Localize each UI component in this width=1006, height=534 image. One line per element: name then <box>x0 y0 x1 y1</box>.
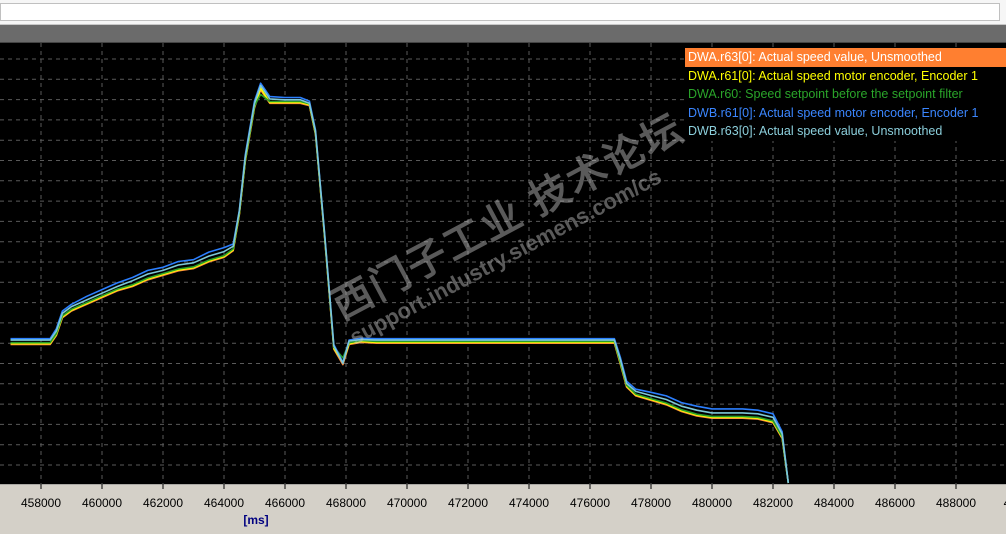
legend-item-1[interactable]: DWA.r63[0]: Actual speed value, Unsmooth… <box>685 48 1006 67</box>
address-field[interactable] <box>0 3 1000 21</box>
x-tick-label: 486000 <box>875 496 915 510</box>
x-ticks: 0458000460000462000464000466000468000470… <box>21 484 1006 510</box>
legend-item-3[interactable]: DWA.r60: Speed setpoint before the setpo… <box>685 85 1006 104</box>
x-tick-label: 472000 <box>448 496 488 510</box>
x-tick-label: 478000 <box>631 496 671 510</box>
x-tick-label: 480000 <box>692 496 732 510</box>
x-tick-label: 470000 <box>387 496 427 510</box>
x-tick-label: 482000 <box>753 496 793 510</box>
x-axis: 0458000460000462000464000466000468000470… <box>0 483 1006 527</box>
legend: DWA.r63[0]: Actual speed value, Unsmooth… <box>685 48 1006 141</box>
x-tick-label: 484000 <box>814 496 854 510</box>
x-tick-label: 488000 <box>936 496 976 510</box>
x-tick-label: 458000 <box>21 496 61 510</box>
legend-item-4[interactable]: DWB.r61[0]: Actual speed motor encoder, … <box>685 103 1006 122</box>
chart-title-strip <box>0 25 1006 43</box>
x-tick-label: 460000 <box>82 496 122 510</box>
legend-item-2[interactable]: DWA.r61[0]: Actual speed motor encoder, … <box>685 66 1006 85</box>
x-tick-label: 476000 <box>570 496 610 510</box>
x-tick-label: 462000 <box>143 496 183 510</box>
legend-item-5[interactable]: DWB.r63[0]: Actual speed value, Unsmooth… <box>685 122 1006 141</box>
x-tick-label: 466000 <box>265 496 305 510</box>
x-axis-area: 0458000460000462000464000466000468000470… <box>0 483 1006 529</box>
x-axis-label: [ms] <box>243 513 268 527</box>
x-tick-label: 474000 <box>509 496 549 510</box>
toolbar <box>0 0 1006 25</box>
x-tick-label: 464000 <box>204 496 244 510</box>
x-tick-label: 468000 <box>326 496 366 510</box>
